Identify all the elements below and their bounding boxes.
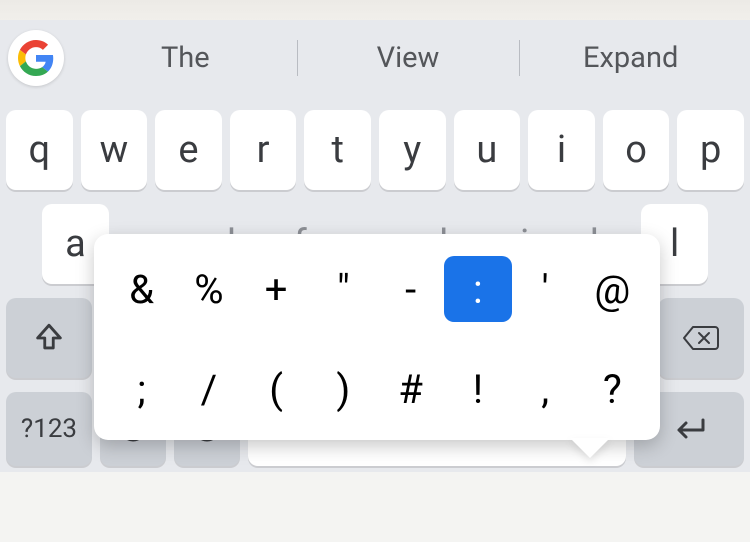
suggestion-2[interactable]: Expand xyxy=(519,34,742,82)
suggestion-1[interactable]: View xyxy=(297,34,520,82)
popup-key-at[interactable]: @ xyxy=(579,256,646,322)
key-p[interactable]: p xyxy=(677,110,744,190)
popup-row-top: & % + " - : ' @ xyxy=(108,256,646,322)
app-content-above-keyboard xyxy=(0,0,750,20)
google-logo-icon xyxy=(18,40,54,76)
popup-key-percent[interactable]: % xyxy=(175,256,242,322)
google-button[interactable] xyxy=(8,30,64,86)
symbols-key[interactable]: ?123 xyxy=(6,392,92,466)
suggestion-0[interactable]: The xyxy=(74,34,297,82)
popup-key-hash[interactable]: # xyxy=(377,356,444,422)
key-area: q w e r t y u i o p a s d f g h j k l xyxy=(0,110,750,472)
key-e[interactable]: e xyxy=(155,110,222,190)
popup-key-squote[interactable]: ' xyxy=(512,256,579,322)
popup-key-dash[interactable]: - xyxy=(377,256,444,322)
suggestion-list: The View Expand xyxy=(74,34,742,82)
backspace-icon xyxy=(681,323,721,353)
popup-key-bang[interactable]: ! xyxy=(444,356,511,422)
popup-key-plus[interactable]: + xyxy=(243,256,310,322)
gboard-keyboard: The View Expand q w e r t y u i o p a s … xyxy=(0,20,750,472)
key-w[interactable]: w xyxy=(81,110,148,190)
shift-icon xyxy=(32,321,66,355)
popup-row-bottom: ; / ( ) # ! , ? xyxy=(108,356,646,422)
key-q[interactable]: q xyxy=(6,110,73,190)
enter-icon xyxy=(669,416,709,442)
key-y[interactable]: y xyxy=(379,110,446,190)
backspace-key[interactable] xyxy=(658,298,744,378)
key-o[interactable]: o xyxy=(603,110,670,190)
popup-key-comma[interactable]: , xyxy=(512,356,579,422)
key-r[interactable]: r xyxy=(230,110,297,190)
key-u[interactable]: u xyxy=(454,110,521,190)
popup-key-rparen[interactable]: ) xyxy=(310,356,377,422)
popup-key-question[interactable]: ? xyxy=(579,356,646,422)
key-t[interactable]: t xyxy=(304,110,371,190)
popup-key-lparen[interactable]: ( xyxy=(243,356,310,422)
longpress-symbol-popup: & % + " - : ' @ ; / ( ) # ! , ? xyxy=(94,234,660,440)
popup-key-dquote[interactable]: " xyxy=(310,256,377,322)
popup-key-slash[interactable]: / xyxy=(175,356,242,422)
key-row-1: q w e r t y u i o p xyxy=(6,110,744,190)
key-i[interactable]: i xyxy=(528,110,595,190)
shift-key[interactable] xyxy=(6,298,92,378)
popup-key-amp[interactable]: & xyxy=(108,256,175,322)
popup-key-colon-selected[interactable]: : xyxy=(444,256,511,322)
popup-key-semicolon[interactable]: ; xyxy=(108,356,175,422)
suggestion-bar: The View Expand xyxy=(0,20,750,96)
